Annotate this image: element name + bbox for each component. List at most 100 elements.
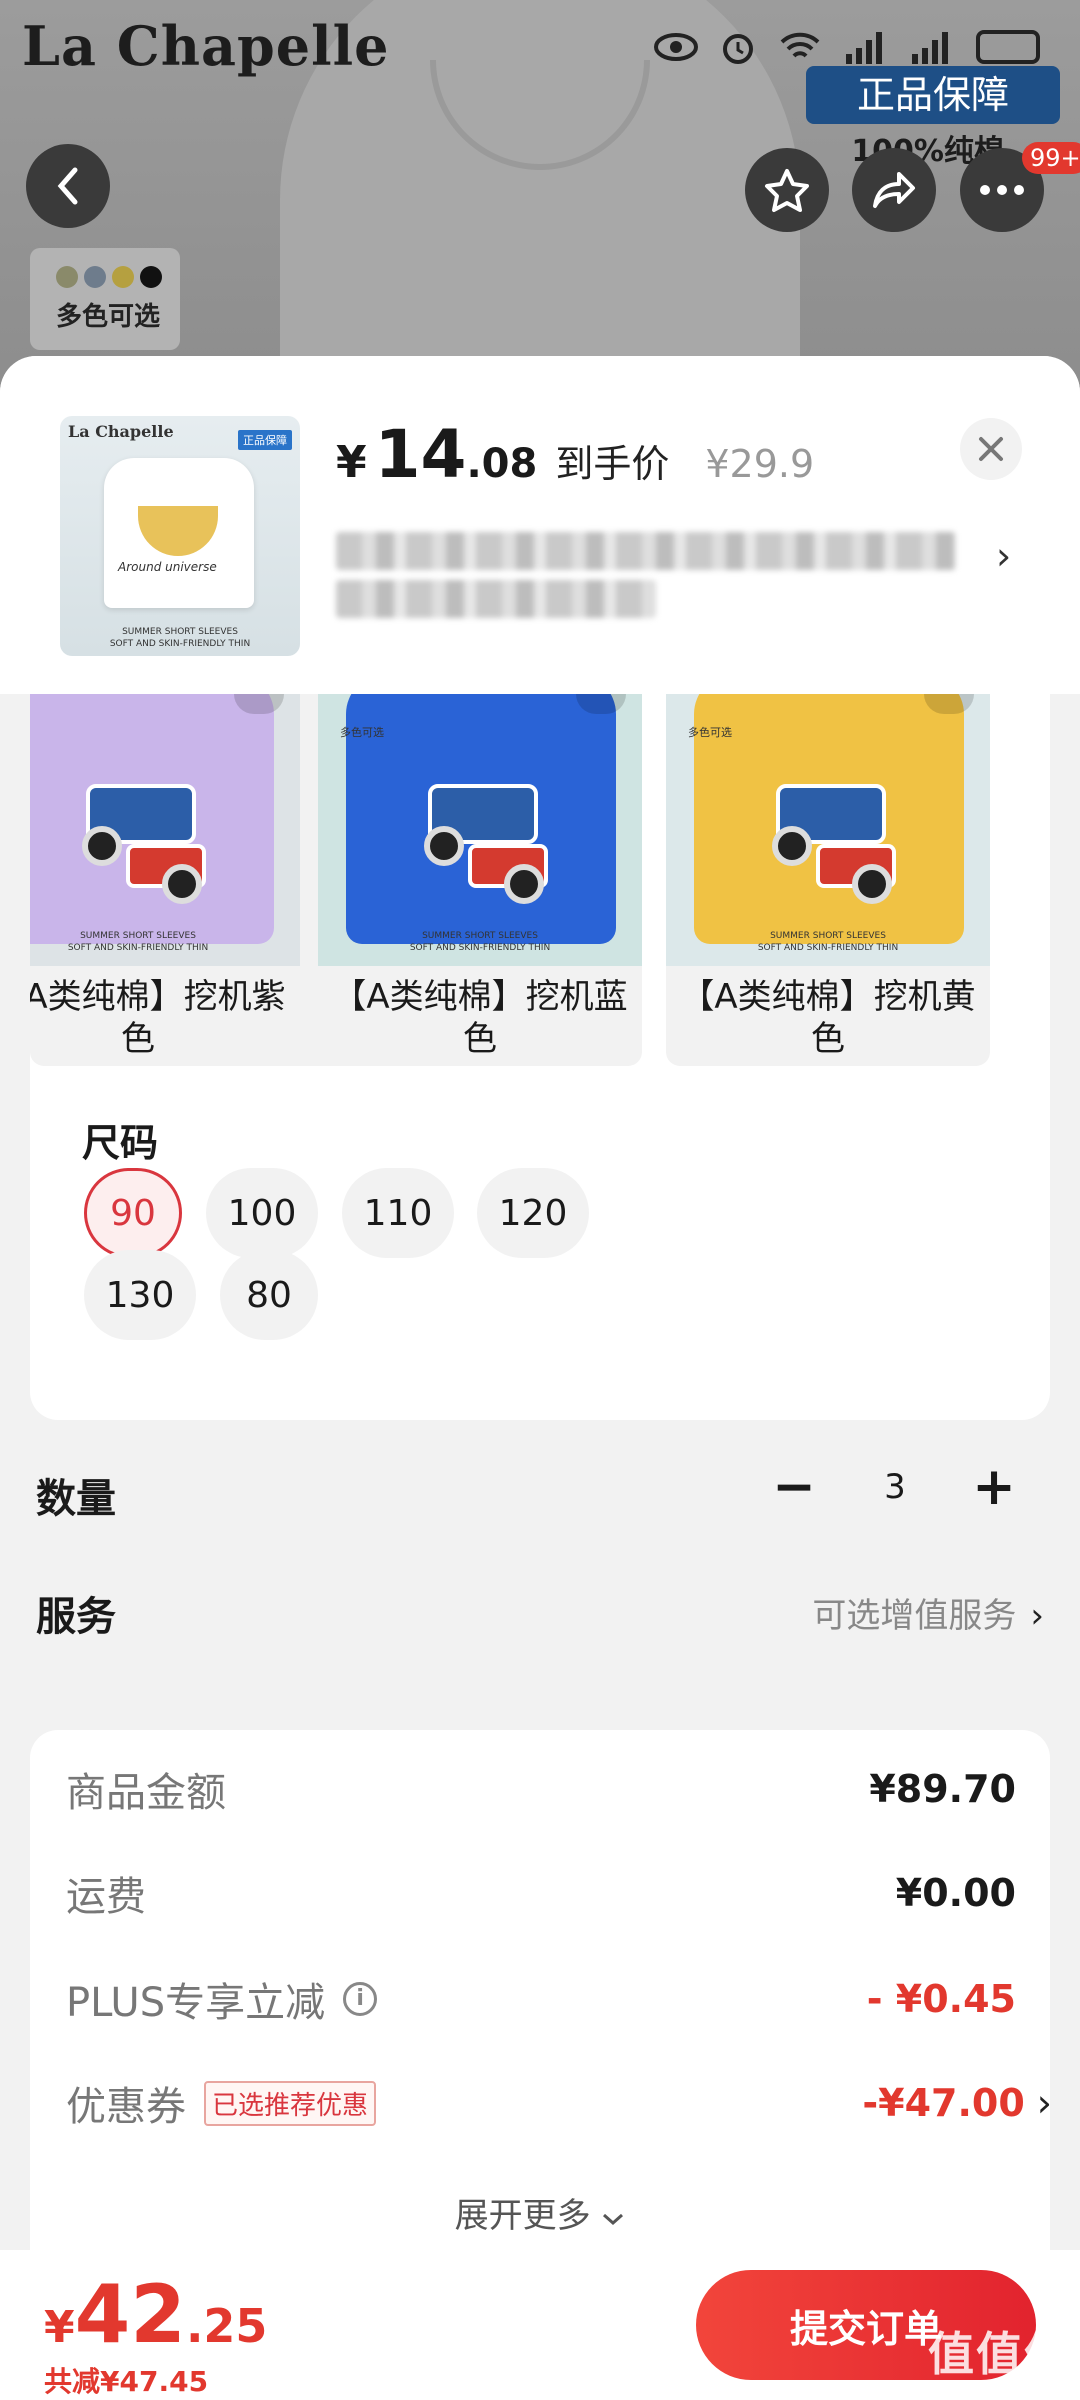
wheel-graphic — [82, 826, 122, 866]
wheel-graphic — [504, 864, 544, 904]
size-option-120[interactable]: 120 — [477, 1168, 589, 1258]
size-option-100[interactable]: 100 — [206, 1168, 318, 1258]
authentic-badge: 正品保障 — [806, 66, 1060, 124]
info-icon[interactable]: i — [343, 1982, 378, 2016]
coupon-label: 优惠券 — [66, 2084, 186, 2130]
chevron-right-icon: › — [1036, 2081, 1052, 2125]
watermark-sub: zhizhizhi.com — [945, 2384, 1055, 2400]
order-summary: 商品金额 ¥89.70 运费 ¥0.00 PLUS专享立减 i - ¥0.45 … — [30, 1730, 1052, 2330]
variant-image: 多色可选 SUMMER SHORT SLEEVES SOFT AND SKIN-… — [666, 694, 990, 966]
service-link-text: 可选增值服务 — [812, 1596, 1017, 1636]
blurred-line — [336, 580, 656, 618]
selected-spec-blurred[interactable] — [336, 532, 956, 632]
expand-more-button[interactable]: 展开更多 — [0, 2188, 1080, 2237]
chevron-left-icon — [57, 167, 78, 205]
total-decimal: .25 — [185, 2299, 268, 2353]
expand-more-text: 展开更多 — [454, 2196, 591, 2236]
total-price: ¥42.25 — [44, 2268, 267, 2361]
coupon-tag: 已选推荐优惠 — [204, 2080, 377, 2126]
coupon-value-group: -¥47.00 › — [862, 2081, 1052, 2125]
plus-discount-value: - ¥0.45 — [866, 1977, 1016, 2021]
variant-footer: SUMMER SHORT SLEEVES SOFT AND SKIN-FRIEN… — [67, 931, 209, 953]
size-title: 尺码 — [82, 1121, 159, 1165]
variant-name: 【A类纯棉】挖机黄色 — [680, 977, 976, 1059]
goods-amount-label: 商品金额 — [66, 1770, 226, 1816]
color-dot — [140, 266, 162, 288]
variant-name: 【A类纯棉】挖机蓝色 — [332, 977, 628, 1059]
total-currency: ¥ — [44, 2302, 75, 2353]
price-decimal: .08 — [466, 441, 538, 487]
star-icon — [765, 169, 809, 212]
thumb-footer: SUMMER SHORT SLEEVES SOFT AND SKIN-FRIEN… — [109, 627, 251, 649]
shipping-value: ¥0.00 — [895, 1871, 1016, 1915]
wheel-graphic — [162, 864, 202, 904]
blurred-line — [336, 532, 956, 570]
variant-image: 多色可选 SUMMER SHORT SLEEVES SOFT AND SKIN-… — [318, 694, 642, 966]
eye-icon — [654, 30, 698, 64]
variant-card-blue[interactable]: 多色可选 SUMMER SHORT SLEEVES SOFT AND SKIN-… — [318, 694, 642, 1066]
battery-icon — [976, 30, 1040, 64]
wheel-graphic — [852, 864, 892, 904]
notification-badge: 99+ — [1022, 142, 1080, 174]
signal-icon — [844, 30, 888, 64]
share-button[interactable] — [852, 148, 936, 232]
moon-graphic — [138, 506, 218, 556]
checkout-bar: ¥42.25 共减¥47.45 提交订单 — [0, 2250, 1080, 2400]
quantity-increase-button[interactable]: + — [964, 1456, 1024, 1518]
price-currency: ¥ — [336, 437, 367, 488]
color-dots — [56, 266, 170, 288]
variant-footer: SUMMER SHORT SLEEVES SOFT AND SKIN-FRIEN… — [757, 931, 899, 953]
price-label: 到手价 — [555, 442, 670, 486]
chevron-right-icon: › — [996, 534, 1012, 578]
quantity-decrease-button[interactable]: − — [764, 1456, 824, 1518]
shipping-row: 运费 ¥0.00 — [66, 1864, 1016, 1922]
product-thumbnail[interactable]: La Chapelle 正品保障 Around universe SUMMER … — [60, 416, 300, 656]
watermark-main: 值值值 — [928, 2327, 1072, 2381]
quantity-label: 数量 — [36, 1476, 116, 1522]
thumb-brand: La Chapelle — [68, 422, 174, 441]
brand-logo: La Chapelle — [22, 14, 390, 78]
share-icon — [873, 172, 915, 208]
original-price: ¥29.9 — [705, 442, 815, 486]
coupon-row[interactable]: 优惠券 已选推荐优惠 -¥47.00 › — [66, 2074, 1052, 2132]
status-bar — [654, 30, 1040, 64]
color-dot — [112, 266, 134, 288]
goods-amount-row: 商品金额 ¥89.70 — [66, 1760, 1016, 1818]
wheel-graphic — [424, 826, 464, 866]
total-saved: 共减¥47.45 — [44, 2365, 209, 2398]
shipping-label: 运费 — [66, 1874, 146, 1920]
variant-image: SUMMER SHORT SLEEVES SOFT AND SKIN-FRIEN… — [30, 694, 300, 966]
variant-mini-label: 多色可选 — [340, 726, 384, 739]
quantity-input[interactable]: 3 — [836, 1456, 954, 1518]
size-option-130[interactable]: 130 — [84, 1250, 196, 1340]
variant-card-yellow[interactable]: 多色可选 SUMMER SHORT SLEEVES SOFT AND SKIN-… — [666, 694, 990, 1066]
sheet-header: La Chapelle 正品保障 Around universe SUMMER … — [0, 356, 1080, 694]
coupon-label-group: 优惠券 已选推荐优惠 — [66, 2074, 377, 2132]
chevron-right-icon: › — [1030, 1596, 1044, 1636]
variant-name: 【A类纯棉】挖机紫色 — [30, 977, 286, 1059]
price-row: ¥ 14 .08 到手价 ¥29.9 — [336, 416, 814, 493]
thumb-shirt: Around universe — [104, 458, 254, 608]
favorite-button[interactable] — [745, 148, 829, 232]
variant-footer: SUMMER SHORT SLEEVES SOFT AND SKIN-FRIEN… — [409, 931, 551, 953]
size-option-110[interactable]: 110 — [342, 1168, 454, 1258]
variant-card-purple[interactable]: SUMMER SHORT SLEEVES SOFT AND SKIN-FRIEN… — [30, 694, 354, 1066]
back-button[interactable] — [26, 144, 110, 228]
alarm-icon — [720, 30, 756, 64]
size-option-80[interactable]: 80 — [220, 1250, 318, 1340]
color-dot — [56, 266, 78, 288]
plus-discount-row: PLUS专享立减 i - ¥0.45 — [66, 1970, 1016, 2028]
watermark: 值值值 zhizhizhi.com — [928, 2318, 1072, 2400]
total-integer: 42 — [74, 2268, 186, 2361]
options-panel: SUMMER SHORT SLEEVES SOFT AND SKIN-FRIEN… — [30, 694, 1050, 1420]
chevron-down-icon — [603, 2213, 624, 2226]
thumb-shirt-text: Around universe — [118, 560, 217, 574]
wifi-icon — [778, 30, 822, 64]
color-dot — [84, 266, 106, 288]
close-button[interactable] — [960, 418, 1022, 480]
close-icon — [979, 437, 1003, 461]
more-dots-icon — [980, 185, 1024, 195]
variant-mini-label: 多色可选 — [688, 726, 732, 739]
size-option-90[interactable]: 90 — [84, 1168, 182, 1258]
service-link[interactable]: 可选增值服务 › — [812, 1588, 1044, 1637]
